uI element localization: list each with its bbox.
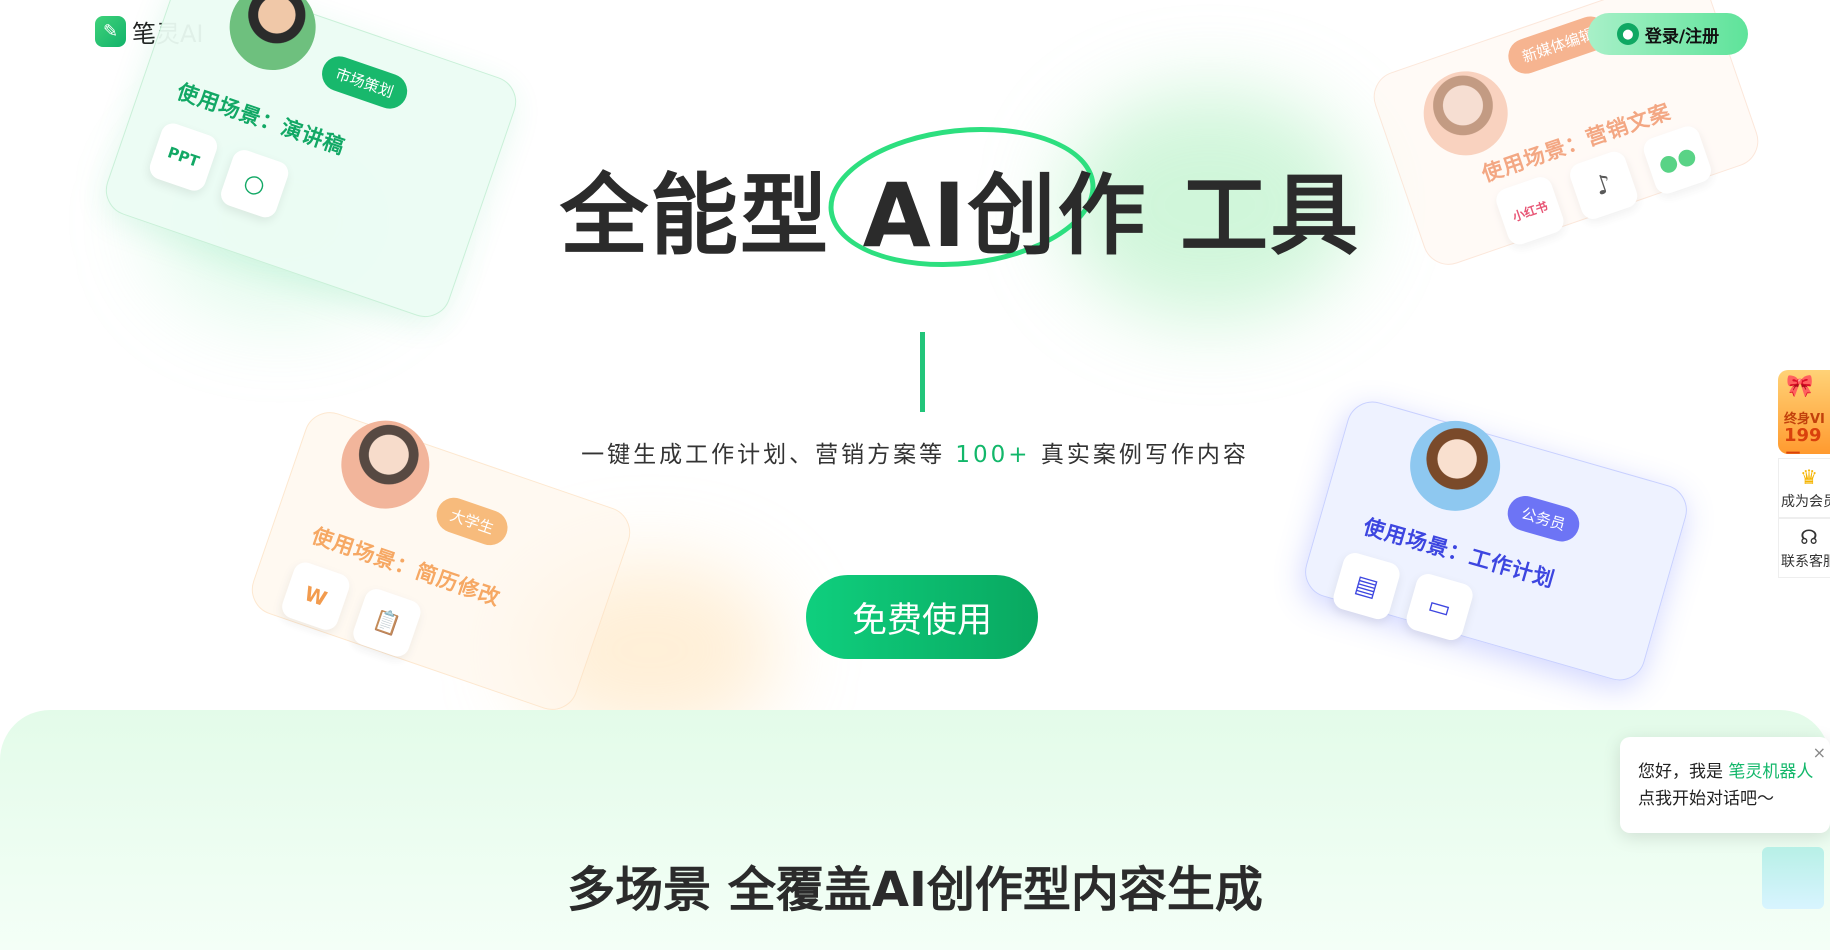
hero-subtitle: 一键生成工作计划、营销方案等 100+ 真实案例写作内容	[581, 442, 1249, 468]
chart-clipboard-icon: 📋	[350, 585, 424, 660]
become-member-button[interactable]: ♛ 成为会员	[1778, 458, 1830, 518]
section-title: 多场景 全覆盖AI创作型内容生成	[567, 862, 1263, 918]
vip-promo[interactable]: 🎀 终身VI 199元	[1778, 370, 1830, 454]
leaf-logo-icon: ✎	[95, 16, 126, 47]
role-tag: 市场策划	[317, 51, 412, 114]
gift-icon: 🎀	[1786, 374, 1814, 399]
chat-bubble[interactable]: × 您好，我是 笔灵机器人 点我开始对话吧～	[1620, 737, 1830, 833]
close-icon[interactable]: ×	[1813, 739, 1826, 766]
ppt-icon: PPT	[146, 120, 221, 194]
free-use-button[interactable]: 免费使用	[806, 575, 1038, 659]
right-sidebar: 🎀 终身VI 199元 ♛ 成为会员 ☊ 联系客服	[1778, 370, 1830, 578]
briefcase-icon: ▭	[1403, 571, 1476, 643]
login-label: 登录/注册	[1644, 26, 1720, 47]
avatar	[217, 0, 328, 82]
chat-robot-icon[interactable]	[1762, 847, 1824, 909]
headset-icon: ☊	[1800, 525, 1818, 549]
hero-title: 全能型 AI创作 工具	[560, 164, 1361, 267]
tiktok-icon: ♪	[1566, 148, 1641, 223]
login-register-button[interactable]: ● 登录/注册	[1588, 13, 1748, 55]
count-highlight: 100+	[955, 442, 1031, 468]
word-icon: W	[278, 559, 353, 633]
role-tag: 公务员	[1503, 491, 1584, 546]
user-icon: ●	[1616, 23, 1639, 45]
lightbulb-icon: ○	[217, 146, 292, 221]
wechat-icon: ●●	[1640, 123, 1715, 197]
xiaohongshu-icon: 小红书	[1493, 173, 1567, 248]
chart-clipboard-icon: ▤	[1330, 550, 1403, 622]
text-cursor	[920, 332, 925, 412]
scenario-card-market: 市场策划 使用场景：演讲稿 PPT ○	[98, 0, 524, 325]
role-tag: 大学生	[431, 493, 513, 550]
crown-icon: ♛	[1800, 465, 1818, 489]
contact-service-button[interactable]: ☊ 联系客服	[1778, 518, 1830, 578]
